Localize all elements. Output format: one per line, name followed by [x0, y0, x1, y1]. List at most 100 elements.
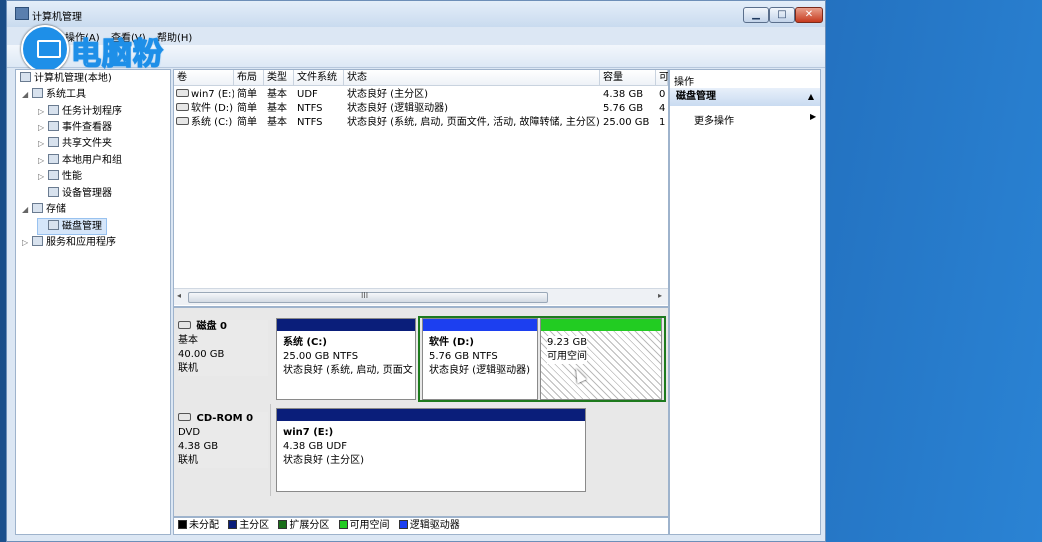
volume-status: 状态良好 (逻辑驱动器): [347, 103, 448, 114]
partition-d[interactable]: 软件 (D:) 5.76 GB NTFS 状态良好 (逻辑驱动器): [422, 318, 538, 400]
expand-arrow-icon[interactable]: ◢: [22, 87, 32, 102]
actions-pane: 操作 磁盘管理 ▲ 更多操作 ▶: [669, 69, 821, 535]
logo-text: 电脑粉: [70, 36, 164, 73]
partition-bar: [277, 409, 585, 421]
disk-size: 4.38 GB: [178, 441, 219, 452]
actions-group-label: 磁盘管理: [676, 91, 716, 102]
partition-title: 系统 (C:): [283, 337, 327, 348]
table-row[interactable]: win7 (E:): [176, 88, 234, 102]
table-row[interactable]: 系统 (C:): [176, 116, 234, 130]
actions-group-disk-management[interactable]: 磁盘管理 ▲: [670, 88, 820, 106]
expand-arrow-icon[interactable]: ▷: [38, 153, 48, 168]
partition-title: 软件 (D:): [429, 337, 474, 348]
partition-status: 可用空间: [547, 350, 588, 364]
table-row[interactable]: 软件 (D:): [176, 102, 234, 116]
volume-layout: 简单: [237, 103, 257, 114]
volume-name: 系统 (C:): [191, 117, 233, 128]
partition-info: 9.23 GB 可用空间: [547, 336, 588, 364]
column-header-status[interactable]: 状态: [344, 70, 600, 86]
tree-item-label: 本地用户和组: [62, 155, 122, 166]
tree-item-disk-management[interactable]: 磁盘管理: [37, 218, 107, 235]
column-header-filesystem[interactable]: 文件系统: [294, 70, 344, 86]
scrollbar-thumb[interactable]: III: [188, 291, 548, 303]
tree-item-system-tools[interactable]: ◢ 系统工具: [22, 87, 86, 102]
volume-name: 软件 (D:): [191, 103, 234, 114]
computer-management-window: 计算机管理 ▁ □ ✕ 操作(A) 查看(V) 帮助(H) 电脑粉 计算机管理(…: [6, 0, 826, 542]
expand-arrow-icon[interactable]: ◢: [22, 202, 32, 217]
tree-item-performance[interactable]: ▷ 性能: [38, 169, 82, 184]
device-manager-icon: [48, 187, 59, 197]
drive-icon: [176, 103, 189, 111]
volume-capacity: 4.38 GB: [603, 89, 644, 100]
partition-size: 4.38 GB UDF: [283, 441, 348, 452]
volume-list: 卷 布局 类型 文件系统 状态 容量 可 win7 (E:) 简单 基本 UDF…: [173, 69, 669, 307]
more-actions-item[interactable]: 更多操作 ▶: [694, 112, 816, 127]
storage-icon: [32, 203, 43, 213]
legend-swatch-unallocated: [178, 520, 187, 529]
expand-arrow-icon[interactable]: ▷: [38, 169, 48, 184]
tree-root[interactable]: 计算机管理(本地): [20, 71, 112, 86]
laptop-icon: [37, 40, 61, 58]
volume-capacity: 25.00 GB: [603, 117, 650, 128]
tree-item-event-viewer[interactable]: ▷ 事件查看器: [38, 120, 112, 135]
tree-item-label: 性能: [62, 171, 82, 182]
volume-layout: 简单: [237, 117, 257, 128]
legend-label: 可用空间: [349, 520, 390, 531]
volume-free: 1: [659, 117, 666, 128]
disk-type: 基本: [178, 335, 198, 346]
tree-item-label: 设备管理器: [62, 188, 112, 199]
shared-folder-icon: [48, 137, 59, 147]
scroll-grip: III: [361, 291, 369, 300]
partition-status: 状态良好 (逻辑驱动器): [429, 365, 530, 376]
legend-label: 扩展分区: [289, 520, 330, 531]
close-button[interactable]: ✕: [795, 7, 823, 23]
tree-item-shared-folders[interactable]: ▷ 共享文件夹: [38, 136, 112, 151]
event-viewer-icon: [48, 121, 59, 131]
tree-item-storage[interactable]: ◢ 存储: [22, 202, 66, 217]
partition-status: 状态良好 (主分区): [283, 455, 364, 466]
disk-0-label[interactable]: 磁盘 0 基本 40.00 GB 联机: [178, 320, 268, 376]
actions-title: 操作: [674, 77, 694, 88]
partition-c[interactable]: 系统 (C:) 25.00 GB NTFS 状态良好 (系统, 启动, 页面文: [276, 318, 416, 400]
disk-graphical-view: 磁盘 0 基本 40.00 GB 联机 系统 (C:) 25.00 GB NTF…: [173, 307, 669, 517]
disk-name: CD-ROM 0: [196, 413, 254, 424]
column-header-layout[interactable]: 布局: [234, 70, 264, 86]
expand-arrow-icon[interactable]: ▷: [38, 104, 48, 119]
column-header-volume[interactable]: 卷: [174, 70, 234, 86]
expand-arrow-icon[interactable]: ▷: [38, 120, 48, 135]
partition-info: 系统 (C:) 25.00 GB NTFS 状态良好 (系统, 启动, 页面文: [283, 336, 413, 378]
maximize-button[interactable]: □: [769, 7, 795, 23]
tree-item-local-users[interactable]: ▷ 本地用户和组: [38, 153, 122, 168]
free-space[interactable]: 9.23 GB 可用空间: [540, 318, 662, 400]
legend-label: 主分区: [239, 520, 270, 531]
volume-free: 4: [659, 103, 666, 114]
column-header-free[interactable]: 可: [656, 70, 668, 86]
drive-icon: [176, 117, 189, 125]
legend-label: 未分配: [189, 520, 219, 531]
minimize-button[interactable]: ▁: [743, 7, 769, 23]
collapse-arrow-icon[interactable]: ▲: [808, 88, 814, 106]
computer-icon: [20, 72, 31, 82]
expand-arrow-icon[interactable]: ▷: [22, 235, 32, 250]
expand-arrow-icon[interactable]: ▷: [38, 136, 48, 151]
partition-title: win7 (E:): [283, 427, 334, 438]
legend-swatch-free: [338, 520, 348, 529]
tree-item-device-manager[interactable]: 设备管理器: [38, 186, 112, 201]
users-icon: [48, 154, 59, 164]
tree-item-task-scheduler[interactable]: ▷ 任务计划程序: [38, 104, 122, 119]
tree-item-services-apps[interactable]: ▷ 服务和应用程序: [22, 235, 116, 250]
tree-item-label: 共享文件夹: [62, 138, 112, 149]
tools-icon: [32, 88, 43, 98]
volume-filesystem: NTFS: [297, 117, 323, 128]
partition-size: 9.23 GB: [547, 336, 588, 350]
more-actions-label: 更多操作: [694, 116, 734, 127]
cdrom-0-label[interactable]: CD-ROM 0 DVD 4.38 GB 联机: [178, 412, 268, 468]
partition-size: 25.00 GB NTFS: [283, 351, 359, 362]
column-header-capacity[interactable]: 容量: [600, 70, 656, 86]
horizontal-scrollbar[interactable]: ◂ III ▸: [174, 288, 668, 305]
column-header-type[interactable]: 类型: [264, 70, 294, 86]
partition-e[interactable]: win7 (E:) 4.38 GB UDF 状态良好 (主分区): [276, 408, 586, 492]
scroll-left-icon[interactable]: ◂: [177, 291, 181, 300]
disk-name: 磁盘 0: [196, 321, 227, 332]
scroll-right-icon[interactable]: ▸: [658, 291, 662, 300]
